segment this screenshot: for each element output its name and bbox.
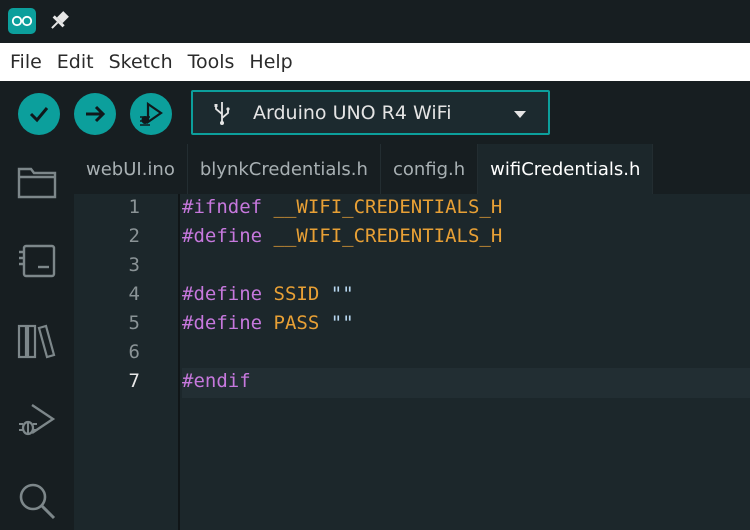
menu-help[interactable]: Help	[249, 51, 292, 73]
upload-button[interactable]	[74, 93, 116, 135]
checkmark-icon	[29, 107, 49, 123]
chevron-down-icon[interactable]	[514, 111, 526, 118]
menu-sketch[interactable]: Sketch	[109, 51, 173, 73]
menu-file[interactable]: File	[10, 51, 42, 73]
line-number: 6	[128, 341, 140, 363]
code-directive: #define	[182, 283, 263, 305]
activity-sidebar	[0, 144, 74, 530]
folder-icon[interactable]	[16, 160, 58, 202]
tab-config[interactable]: config.h	[381, 144, 479, 194]
code-macro: __WIFI_CREDENTIALS_H	[273, 196, 503, 218]
code-line[interactable]: #ifndef __WIFI_CREDENTIALS_H	[182, 196, 502, 218]
title-bar	[0, 0, 750, 43]
arduino-logo-icon	[8, 8, 36, 34]
code-string: ""	[330, 312, 354, 334]
code-editor[interactable]: 1 2 3 4 5 6 7 #ifndef __WIFI_CREDENTIALS…	[74, 194, 750, 530]
board-selector[interactable]: Arduino UNO R4 WiFi	[191, 90, 550, 135]
arrow-right-icon	[86, 105, 106, 123]
search-icon[interactable]	[16, 480, 58, 522]
board-name: Arduino UNO R4 WiFi	[253, 101, 452, 124]
usb-icon	[214, 101, 230, 125]
code-line[interactable]: #define __WIFI_CREDENTIALS_H	[182, 225, 502, 247]
line-number: 1	[128, 196, 140, 218]
line-number: 3	[128, 254, 140, 276]
menu-tools[interactable]: Tools	[188, 51, 235, 73]
library-icon[interactable]	[16, 320, 58, 362]
code-string: ""	[330, 283, 354, 305]
tab-wifi-credentials[interactable]: wifiCredentials.h	[478, 144, 654, 194]
code-directive: #ifndef	[182, 196, 263, 218]
editor-tabs: webUI.ino blynkCredentials.h config.h wi…	[74, 144, 750, 194]
code-directive: #define	[182, 312, 263, 334]
line-number: 4	[128, 283, 140, 305]
pin-icon[interactable]	[48, 9, 70, 33]
debug-icon[interactable]	[16, 400, 58, 442]
menu-edit[interactable]: Edit	[57, 51, 94, 73]
line-number: 5	[128, 312, 140, 334]
debug-icon	[140, 101, 163, 126]
tab-webui-ino[interactable]: webUI.ino	[74, 144, 188, 194]
menu-bar: File Edit Sketch Tools Help	[0, 43, 750, 81]
code-line[interactable]: #define PASS ""	[182, 312, 354, 334]
verify-button[interactable]	[18, 93, 60, 135]
code-directive: #endif	[182, 370, 251, 392]
tab-blynk-credentials[interactable]: blynkCredentials.h	[188, 144, 381, 194]
debug-button[interactable]	[130, 93, 172, 135]
line-number-current: 7	[128, 370, 140, 392]
line-number-gutter: 1 2 3 4 5 6 7	[74, 194, 180, 530]
code-macro: PASS	[273, 312, 320, 334]
line-number: 2	[128, 225, 140, 247]
current-line-highlight	[182, 368, 750, 398]
code-line[interactable]: #define SSID ""	[182, 283, 354, 305]
board-manager-icon[interactable]	[16, 240, 58, 282]
code-directive: #define	[182, 225, 263, 247]
toolbar: Arduino UNO R4 WiFi	[0, 81, 750, 144]
code-macro: __WIFI_CREDENTIALS_H	[273, 225, 503, 247]
code-macro: SSID	[273, 283, 320, 305]
code-line-current[interactable]: #endif	[182, 370, 251, 392]
